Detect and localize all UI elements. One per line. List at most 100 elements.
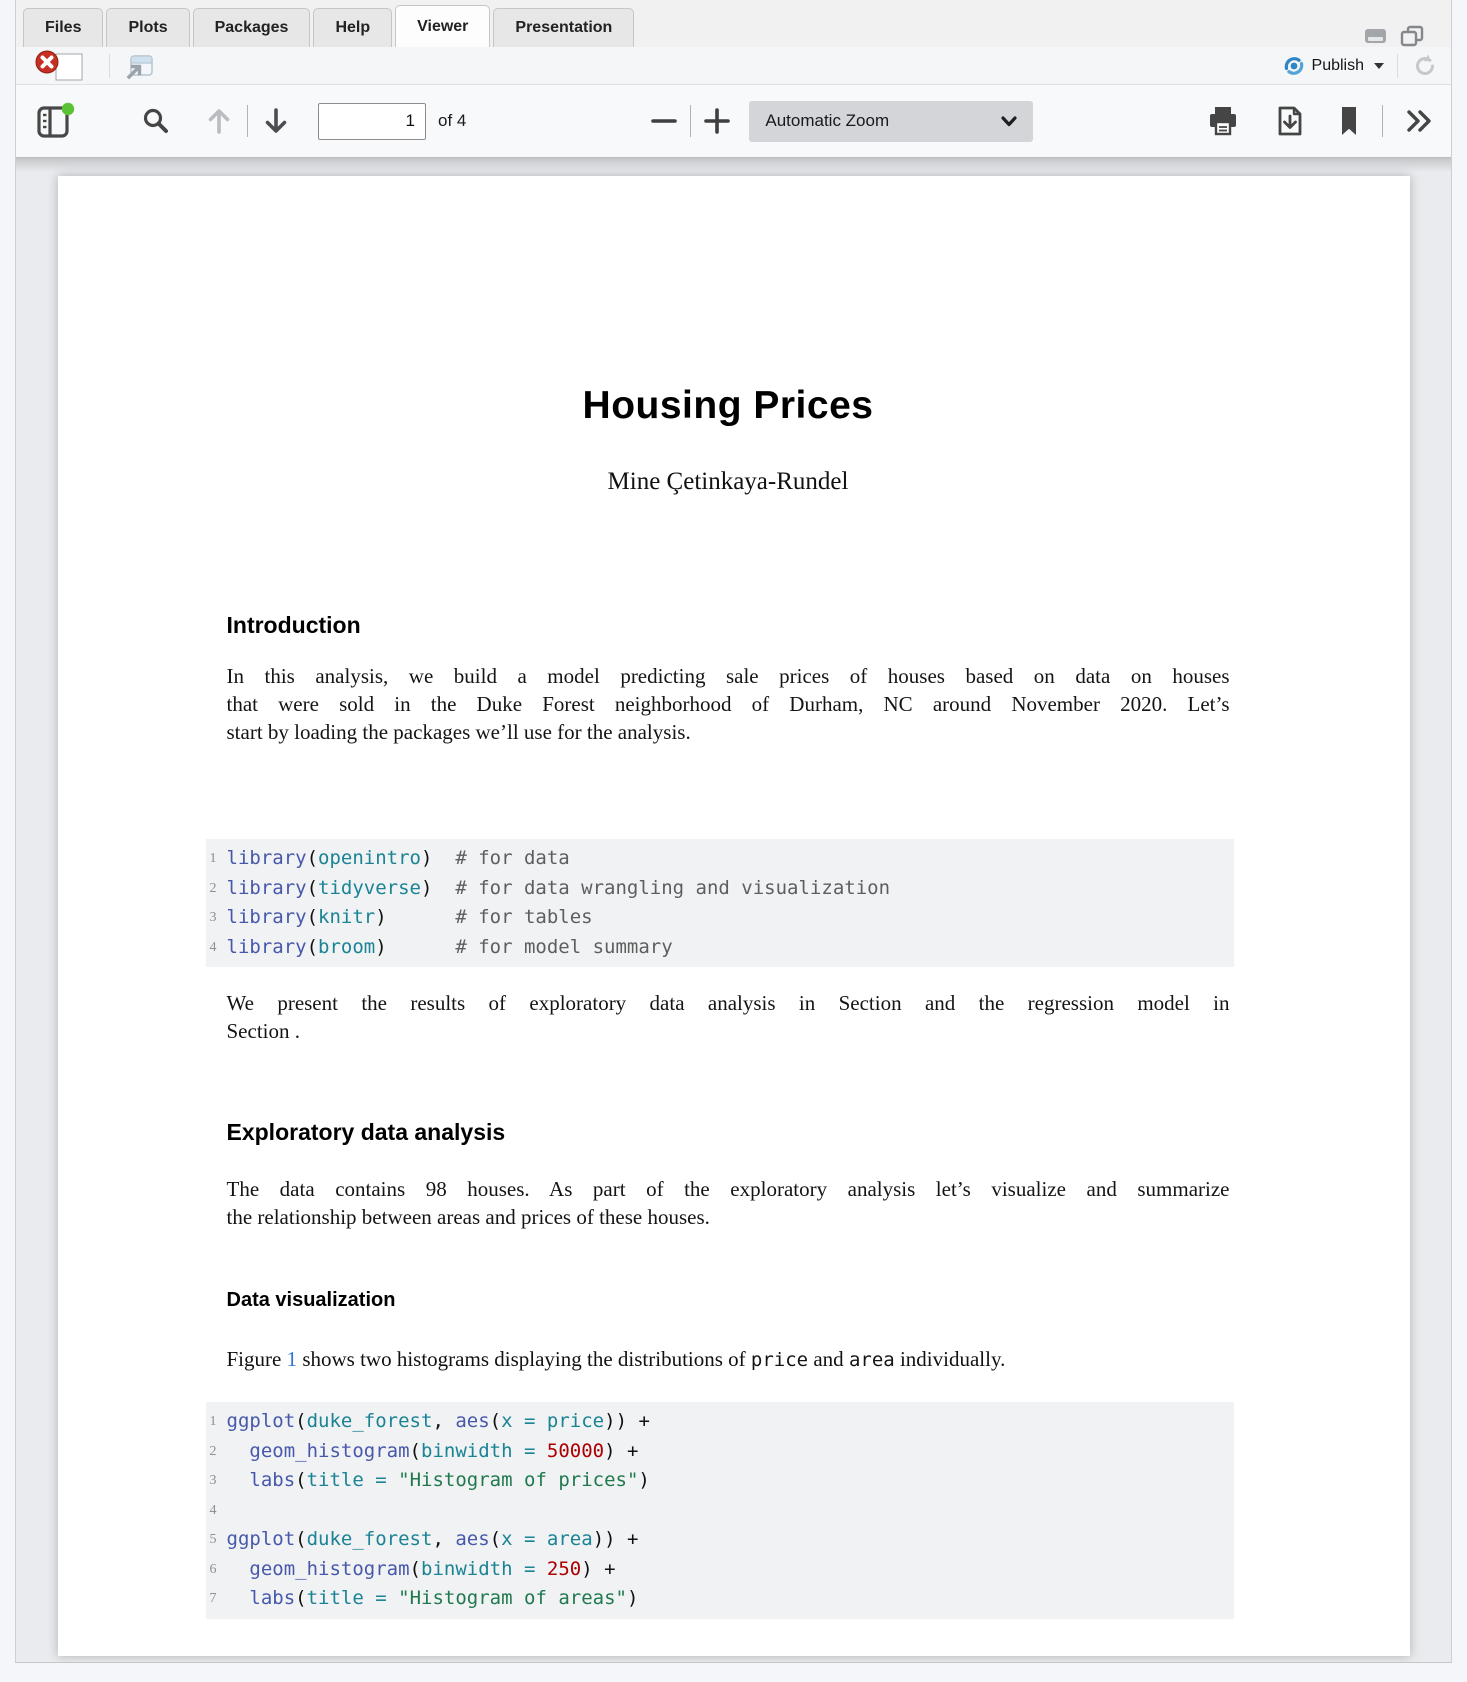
figure-ref-link[interactable]: 1 bbox=[287, 1347, 298, 1371]
code-line-text: library(broom) # for model summary bbox=[227, 936, 673, 958]
paragraph-line: the relationship between areas and price… bbox=[227, 1203, 1230, 1231]
viewer-toolbar: Publish bbox=[16, 47, 1451, 85]
pane-tab-bar: Files Plots Packages Help Viewer Present… bbox=[16, 0, 1451, 47]
publish-label: Publish bbox=[1312, 57, 1364, 75]
close-viewer-button[interactable] bbox=[34, 50, 96, 82]
popout-window-button[interactable] bbox=[123, 52, 155, 80]
tab-plots[interactable]: Plots bbox=[106, 8, 189, 47]
text-token: area bbox=[547, 1528, 593, 1550]
rstudio-viewer-window: { "tabs": [ { "label": "Files" }, { "lab… bbox=[0, 0, 1467, 1682]
print-button[interactable] bbox=[1206, 105, 1240, 137]
text-token: "Histogram of prices" bbox=[398, 1469, 638, 1491]
tab-help[interactable]: Help bbox=[313, 8, 392, 47]
code-line: 2 geom_histogram(binwidth = 50000) + bbox=[227, 1437, 1234, 1467]
text-token: )) + bbox=[593, 1528, 639, 1550]
text-token bbox=[227, 1469, 250, 1491]
text-token: ( bbox=[307, 906, 318, 928]
tab-presentation[interactable]: Presentation bbox=[493, 8, 634, 47]
zoom-out-icon bbox=[650, 107, 678, 135]
sidebar-notification-dot bbox=[62, 103, 74, 115]
text-token: ( bbox=[295, 1587, 306, 1609]
zoom-select-label: Automatic Zoom bbox=[765, 111, 1001, 131]
text-token: duke_forest bbox=[307, 1528, 433, 1550]
pdf-viewer-canvas[interactable]: Housing Prices Mine Çetinkaya-Rundel Int… bbox=[16, 158, 1451, 1662]
tab-viewer[interactable]: Viewer bbox=[395, 5, 490, 47]
text-token bbox=[387, 906, 456, 928]
text-token: knitr bbox=[318, 906, 375, 928]
text-token: ( bbox=[295, 1528, 306, 1550]
zoom-in-icon bbox=[703, 107, 731, 135]
more-tools-button[interactable] bbox=[1405, 107, 1435, 135]
text-token bbox=[513, 1558, 524, 1580]
text-token: ) bbox=[421, 877, 432, 899]
text-token bbox=[513, 1528, 524, 1550]
code-line: 5ggplot(duke_forest, aes(x = area)) + bbox=[227, 1525, 1234, 1555]
print-icon bbox=[1206, 105, 1240, 137]
paragraph-line: The data contains 98 houses. As part of … bbox=[227, 1175, 1230, 1203]
paragraph-eda: The data contains 98 houses. As part of … bbox=[227, 1175, 1230, 1231]
text-token: aes bbox=[455, 1528, 489, 1550]
text-token: labs bbox=[249, 1587, 295, 1609]
code-line-text: library(tidyverse) # for data wrangling … bbox=[227, 877, 891, 899]
pane-window-controls bbox=[1363, 24, 1425, 48]
text-token: ) bbox=[627, 1587, 638, 1609]
zoom-out-button[interactable] bbox=[650, 107, 678, 135]
text-token: , bbox=[432, 1410, 455, 1432]
tab-packages[interactable]: Packages bbox=[193, 8, 311, 47]
text-token: title bbox=[307, 1469, 364, 1491]
zoom-in-button[interactable] bbox=[703, 107, 731, 135]
code-line-number: 7 bbox=[177, 1584, 217, 1614]
toolbar-separator bbox=[690, 105, 691, 137]
code-line: 4library(broom) # for model summary bbox=[227, 933, 1234, 963]
sidebar-toggle-button[interactable] bbox=[35, 102, 75, 140]
refresh-button[interactable] bbox=[1411, 52, 1439, 80]
search-icon bbox=[141, 106, 171, 136]
bookmark-button[interactable] bbox=[1338, 105, 1360, 137]
pdf-toolbar: of 4 Automatic Zoom bbox=[16, 85, 1451, 158]
code-line: 7 labs(title = "Histogram of areas") bbox=[227, 1584, 1234, 1614]
previous-page-button[interactable] bbox=[205, 105, 233, 137]
tab-files-label: Files bbox=[45, 19, 81, 37]
text-token bbox=[227, 1587, 250, 1609]
publish-button[interactable]: Publish bbox=[1283, 55, 1384, 77]
code-line-text: ggplot(duke_forest, aes(x = area)) + bbox=[227, 1528, 639, 1550]
publish-dropdown-caret[interactable] bbox=[1374, 63, 1384, 69]
toolbar-separator bbox=[1382, 105, 1383, 137]
pdf-page: Housing Prices Mine Çetinkaya-Rundel Int… bbox=[58, 176, 1410, 1656]
paragraph-sections: We present the results of exploratory da… bbox=[227, 989, 1230, 1045]
next-page-button[interactable] bbox=[262, 105, 290, 137]
page-up-icon bbox=[205, 105, 233, 137]
code-line-text: labs(title = "Histogram of areas") bbox=[227, 1587, 639, 1609]
close-document-icon bbox=[34, 50, 96, 82]
section-heading-eda: Exploratory data analysis bbox=[227, 1117, 1230, 1147]
code-block-libraries: 1library(openintro) # for data2library(t… bbox=[206, 839, 1234, 967]
text-token bbox=[535, 1558, 546, 1580]
section-heading-introduction: Introduction bbox=[227, 610, 1230, 640]
publish-icon bbox=[1283, 55, 1305, 77]
text-token: title bbox=[307, 1587, 364, 1609]
zoom-select[interactable]: Automatic Zoom bbox=[749, 101, 1033, 142]
page-down-icon bbox=[262, 105, 290, 137]
text-token bbox=[364, 1469, 375, 1491]
toolbar-separator bbox=[109, 54, 110, 78]
text-token: broom bbox=[318, 936, 375, 958]
download-button[interactable] bbox=[1274, 104, 1306, 138]
code-block-ggplot: 1ggplot(duke_forest, aes(x = price)) +2 … bbox=[206, 1402, 1234, 1619]
code-line-number: 3 bbox=[177, 903, 217, 933]
text-token: library bbox=[227, 936, 307, 958]
tab-packages-label: Packages bbox=[215, 19, 289, 37]
maximize-pane-icon[interactable] bbox=[1399, 24, 1425, 48]
text-token: library bbox=[227, 847, 307, 869]
tab-presentation-label: Presentation bbox=[515, 19, 612, 37]
text-token: # for data bbox=[455, 847, 569, 869]
minimize-pane-icon[interactable] bbox=[1363, 26, 1389, 46]
text-token: geom_histogram bbox=[249, 1558, 409, 1580]
search-button[interactable] bbox=[141, 106, 171, 136]
text-token: , bbox=[432, 1528, 455, 1550]
viewer-pane: Files Plots Packages Help Viewer Present… bbox=[15, 0, 1452, 1663]
code-line-number: 3 bbox=[177, 1466, 217, 1496]
tab-files[interactable]: Files bbox=[23, 8, 103, 47]
code-line-number: 6 bbox=[177, 1555, 217, 1585]
toolbar-separator bbox=[1397, 54, 1398, 78]
page-number-input[interactable] bbox=[318, 103, 426, 140]
